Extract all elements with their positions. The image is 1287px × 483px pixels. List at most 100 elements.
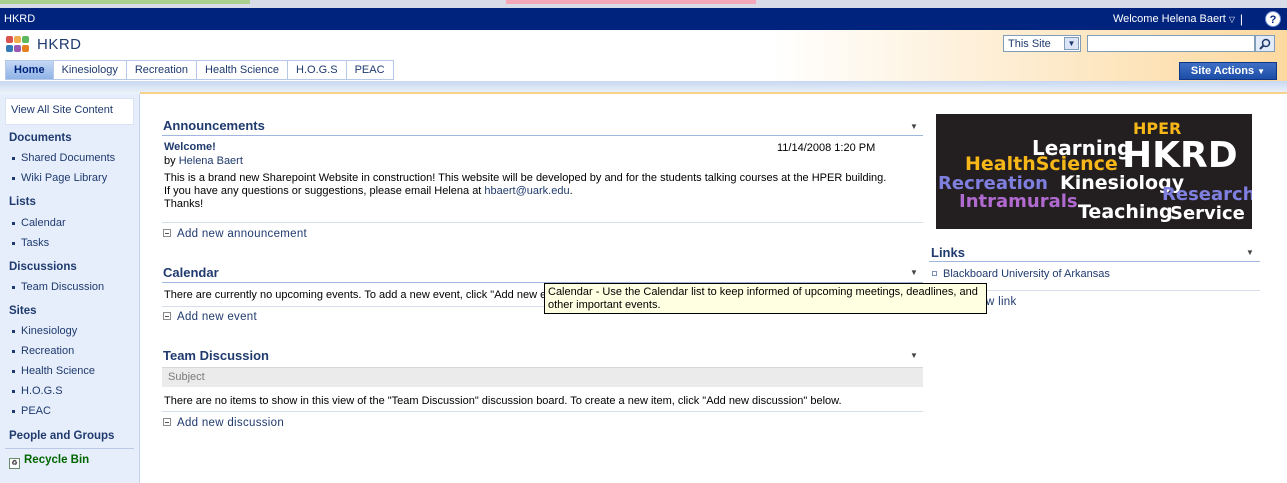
tab-kinesiology[interactable]: Kinesiology xyxy=(53,60,127,80)
welcome-text: Welcome Helena Baert xyxy=(1112,13,1226,25)
add-new-discussion-link[interactable]: Add new discussion xyxy=(163,417,284,429)
help-icon[interactable]: ? xyxy=(1265,11,1281,27)
subject-column-header[interactable]: Subject xyxy=(162,367,923,387)
announcement-date: 11/14/2008 1:20 PM xyxy=(777,142,876,154)
magnifier-icon xyxy=(1259,38,1271,50)
divider xyxy=(162,411,923,412)
body-text: If you have any questions or suggestions… xyxy=(164,185,485,197)
bullet-icon xyxy=(932,271,937,276)
announcement-body-line2: If you have any questions or suggestions… xyxy=(164,185,573,197)
quicklaunch-item-shared-documents[interactable]: Shared Documents xyxy=(12,152,115,164)
quicklaunch-heading-sites[interactable]: Sites xyxy=(9,305,37,317)
content-top-rule xyxy=(140,92,1287,94)
view-all-site-content-link[interactable]: View All Site Content xyxy=(5,98,134,125)
site-actions-button[interactable]: Site Actions ▼ xyxy=(1179,62,1277,80)
banner-word: Service xyxy=(1170,203,1245,224)
quicklaunch-item-recreation[interactable]: Recreation xyxy=(12,345,74,357)
quicklaunch-heading-lists[interactable]: Lists xyxy=(9,196,36,208)
tab-peac[interactable]: PEAC xyxy=(346,60,394,80)
top-nav-tabs: Home Kinesiology Recreation Health Scien… xyxy=(5,60,394,80)
recycle-bin-label: Recycle Bin xyxy=(24,454,90,466)
add-new-event-link[interactable]: Add new event xyxy=(163,311,257,323)
announcement-item-title[interactable]: Welcome! xyxy=(164,141,216,153)
webpart-menu-icon[interactable]: ▼ xyxy=(910,268,918,277)
announcements-title[interactable]: Announcements xyxy=(163,118,265,133)
links-title-rule xyxy=(929,261,1260,262)
global-nav-bar: HKRD Welcome Helena Baert ▽ | ? xyxy=(0,8,1287,30)
add-new-link-link[interactable]: w link xyxy=(986,296,1017,308)
quicklaunch-people-and-groups[interactable]: People and Groups xyxy=(9,430,114,442)
tab-hogs[interactable]: H.O.G.S xyxy=(288,60,347,80)
quicklaunch-item-tasks[interactable]: Tasks xyxy=(12,237,49,249)
chevron-down-icon: ▼ xyxy=(1257,67,1266,76)
quick-launch: View All Site Content Documents Shared D… xyxy=(0,94,140,483)
chevron-down-icon[interactable]: ▼ xyxy=(1064,37,1079,50)
quicklaunch-item-hogs[interactable]: H.O.G.S xyxy=(12,385,63,397)
add-new-announcement-link[interactable]: Add new announcement xyxy=(163,228,307,240)
divider xyxy=(5,448,134,449)
add-new-event-label: Add new event xyxy=(177,311,257,323)
browser-tab[interactable] xyxy=(506,0,756,4)
recycle-bin-link[interactable]: ♻ Recycle Bin xyxy=(9,454,89,469)
quicklaunch-item-peac[interactable]: PEAC xyxy=(12,405,51,417)
webpart-menu-icon[interactable]: ▼ xyxy=(910,351,918,360)
calendar-empty-message: There are currently no upcoming events. … xyxy=(164,289,547,301)
by-label: by xyxy=(164,155,176,167)
quicklaunch-item-team-discussion[interactable]: Team Discussion xyxy=(12,281,104,293)
webpart-menu-icon[interactable]: ▼ xyxy=(910,122,918,131)
search-scope-value: This Site xyxy=(1008,38,1051,50)
nav-divider xyxy=(0,81,1287,94)
site-actions-label: Site Actions xyxy=(1190,65,1255,77)
tab-recreation[interactable]: Recreation xyxy=(126,60,198,80)
quicklaunch-item-kinesiology[interactable]: Kinesiology xyxy=(12,325,77,337)
banner-word: Teaching xyxy=(1078,201,1173,223)
banner-word: HKRD xyxy=(1122,135,1238,176)
announcement-body-line3: Thanks! xyxy=(164,198,204,210)
banner-word: Research xyxy=(1162,184,1252,205)
announcement-byline: by Helena Baert xyxy=(164,155,243,167)
banner-word: Intramurals xyxy=(959,191,1078,212)
calendar-tooltip: Calendar - Use the Calendar list to keep… xyxy=(544,283,987,314)
links-title[interactable]: Links xyxy=(931,245,965,260)
quicklaunch-heading-discussions[interactable]: Discussions xyxy=(9,261,77,273)
quicklaunch-item-calendar[interactable]: Calendar xyxy=(12,217,66,229)
announcement-body-line1: This is a brand new Sharepoint Website i… xyxy=(164,172,887,184)
chevron-down-icon: ▽ xyxy=(1228,15,1235,24)
tab-home[interactable]: Home xyxy=(5,60,54,80)
global-breadcrumb[interactable]: HKRD xyxy=(4,13,35,25)
site-title[interactable]: HKRD xyxy=(37,36,82,53)
divider xyxy=(162,222,923,223)
link-item[interactable]: Blackboard University of Arkansas xyxy=(932,268,1110,280)
search-input[interactable] xyxy=(1087,35,1255,52)
tooltip-line: Calendar - Use the Calendar list to keep… xyxy=(548,286,978,298)
link-item-label: Blackboard University of Arkansas xyxy=(943,268,1110,280)
team-discussion-title[interactable]: Team Discussion xyxy=(163,348,269,363)
add-new-discussion-label: Add new discussion xyxy=(177,417,285,429)
separator: | xyxy=(1239,12,1243,26)
welcome-menu[interactable]: Welcome Helena Baert ▽ xyxy=(1113,13,1235,25)
browser-tab[interactable] xyxy=(0,0,250,4)
webpart-menu-icon[interactable]: ▼ xyxy=(1246,248,1254,257)
add-icon xyxy=(163,229,171,237)
top-navigation: Home Kinesiology Recreation Health Scien… xyxy=(0,60,1287,81)
add-icon xyxy=(163,418,171,426)
body-text: . xyxy=(569,185,573,197)
add-new-announcement-label: Add new announcement xyxy=(177,228,308,240)
quicklaunch-item-health-science[interactable]: Health Science xyxy=(12,365,95,377)
discussion-empty-message: There are no items to show in this view … xyxy=(164,395,842,407)
quicklaunch-item-wiki-page-library[interactable]: Wiki Page Library xyxy=(12,172,107,184)
browser-tab-strip xyxy=(0,0,1287,8)
email-link[interactable]: hbaert@uark.edu xyxy=(484,185,569,197)
recycle-bin-icon: ♻ xyxy=(9,458,20,469)
search-button[interactable] xyxy=(1255,35,1275,52)
calendar-title[interactable]: Calendar xyxy=(163,265,219,280)
search-scope-select[interactable]: This Site ▼ xyxy=(1003,35,1081,52)
tab-health-science[interactable]: Health Science xyxy=(197,60,289,80)
site-logo-icon[interactable] xyxy=(6,36,30,54)
announcements-title-rule xyxy=(162,135,923,136)
tooltip-line: other important events. xyxy=(548,299,661,311)
hper-hkrd-banner-image: HPER Learning HKRD HealthScience Recreat… xyxy=(936,114,1252,229)
add-icon xyxy=(163,312,171,320)
announcement-author-link[interactable]: Helena Baert xyxy=(179,155,243,167)
quicklaunch-heading-documents[interactable]: Documents xyxy=(9,132,72,144)
